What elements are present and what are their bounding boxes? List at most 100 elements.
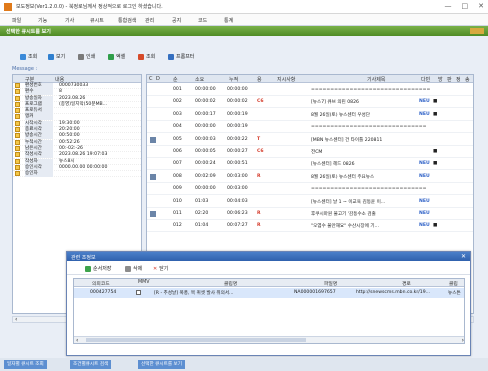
excel-button[interactable]: 엑셀 (108, 53, 125, 60)
cell-order: 006 (173, 149, 182, 154)
table-row[interactable]: 001 00:00:00 00:00:00 =====================… (147, 84, 473, 96)
table-row[interactable]: 004 00:00:00 00:00:19 =====================… (147, 121, 473, 134)
field-label: 작성자 (25, 158, 53, 165)
cell-order: 001 (173, 87, 182, 92)
menu-cuesheet[interactable]: 큐시트 (90, 17, 104, 24)
col-order: 순 (173, 77, 178, 83)
table-row[interactable]: 010 01:03 00:04:03 [뉴스센터] 날 1 ~ 이교육 김동윤 이..… (147, 196, 473, 208)
query-button[interactable]: 조회 (20, 53, 37, 60)
dialog-scrollbar[interactable]: ‹ › (74, 336, 464, 343)
field-icon (15, 152, 20, 158)
save-order-button[interactable]: 순서저장 (85, 265, 111, 272)
cell-cumulative: 00:03:00 (227, 173, 248, 179)
field-icon (15, 133, 20, 139)
field-icon (15, 164, 20, 170)
message-label: Message : (12, 66, 38, 72)
cell-title: [뉴스센터] 날 1 ~ 이교육 김동윤 이... (311, 199, 386, 205)
menu-stats[interactable]: 통계 (224, 17, 233, 24)
cell-duration: 00:02:09 (195, 173, 216, 179)
cell-duration: 00:00:02 (195, 99, 216, 105)
table-row[interactable]: 009 00:00:00 00:03:00 =====================… (147, 183, 473, 196)
cell-duration: 00:00:17 (195, 111, 216, 117)
news-badge: NEU (419, 211, 430, 216)
cell-cumulative: 00:00:19 (227, 124, 248, 130)
save-order-label: 순서저장 (93, 266, 112, 272)
col-category: 구분 (25, 77, 35, 83)
menu-function[interactable]: 기능 (38, 17, 47, 24)
col-instructions: 지시사항 (277, 77, 296, 83)
tab-selected-cuesheet[interactable]: 선택한 큐시트를 보기 (138, 360, 185, 369)
cell-duration: 02:20 (195, 211, 209, 216)
table-row[interactable]: 002 00:00:02 00:00:02 C6 [뉴스7] 큐브 의린 0826 NEU… (147, 96, 473, 109)
table-row[interactable]: 003 00:00:17 00:00:19 8월 26일(토) 뉴스센터 우성단 NEU… (147, 109, 473, 121)
maximize-button[interactable]: □ (462, 2, 469, 10)
table-row[interactable]: 012 01:04 00:07:27 R "오염수 불안해요" 수산시장에 기... NE… (147, 220, 473, 233)
field-value: 8 (59, 89, 62, 95)
refresh-button[interactable]: 조회 (138, 53, 155, 60)
cell-order: 008 (173, 173, 182, 179)
table-row[interactable]: 007 00:00:24 00:00:51 [뉴스센터] 헤드 0826 NEU ■ (147, 158, 473, 171)
cell-cumulative: 00:00:02 (227, 99, 248, 105)
table-row[interactable]: 006 00:00:05 00:00:27 C6 전CM ■ (147, 146, 473, 158)
scroll-right-icon[interactable]: › (462, 337, 464, 343)
minimize-button[interactable]: — (445, 2, 452, 10)
scroll-thumb[interactable] (86, 338, 306, 342)
cell-box[interactable]: ■ (433, 223, 437, 228)
prompter-button[interactable]: 프롬프터 (168, 53, 194, 60)
mmv-checkbox[interactable] (136, 290, 141, 295)
cell-duration: 00:00:00 (195, 124, 216, 130)
table-row[interactable]: 011 02:20 00:06:23 R 후쿠시마원 불고기 '감동수소 검출 NEU (147, 208, 473, 220)
delete-label: 삭제 (133, 266, 143, 272)
cell-duration: 00:00:00 (195, 87, 216, 92)
col-request-code: 의뢰코드 (92, 282, 110, 287)
menu-article[interactable]: 기사 (65, 17, 74, 24)
cell-flag: R (257, 173, 261, 179)
print-button[interactable]: 인쇄 (78, 53, 95, 60)
cell-request-code: 000427754 (90, 290, 117, 295)
table-row[interactable]: 005 00:00:03 00:00:22 T [MBN 뉴스센터] 건 타이틀 220… (147, 134, 473, 146)
cell-box[interactable]: ■ (433, 112, 437, 117)
field-icon (15, 89, 20, 95)
cell-duration: 00:00:05 (195, 149, 216, 154)
col-d: D (156, 76, 160, 82)
delete-icon (125, 265, 131, 272)
menu-admin[interactable]: 관리 (145, 17, 154, 24)
print-label: 인쇄 (86, 54, 96, 60)
field-value: 19:30:00 (59, 120, 80, 126)
cell-duration: 00:00:24 (195, 161, 216, 167)
print-icon (78, 53, 84, 60)
cell-box[interactable]: ■ (433, 161, 437, 166)
close-dialog-button[interactable]: ✕ 닫기 (153, 265, 168, 273)
cell-flag: T (257, 136, 261, 142)
delete-button[interactable]: 삭제 (125, 265, 142, 272)
cell-order: 009 (173, 186, 182, 192)
table-row[interactable]: 000427754 [R - 추성날] 폭풍, 목 퀴셋 발사 취의서... N… (74, 288, 464, 298)
view-button[interactable]: 보기 (48, 53, 65, 60)
panel-controls[interactable] (470, 28, 484, 34)
cell-box[interactable]: ■ (433, 149, 437, 154)
menu-notice[interactable]: 공지 (172, 17, 181, 24)
cell-title: 후쿠시마원 불고기 '감동수소 검출 (311, 212, 376, 217)
cell-path: http://snewscms.mbn.co.kr/19... (356, 290, 431, 295)
cell-box[interactable]: ■ (433, 99, 437, 104)
window-controls: — □ ✕ (445, 2, 485, 10)
field-label: 승인자 (25, 171, 53, 178)
dialog-close-icon[interactable]: ✕ (461, 253, 466, 260)
field-icon (15, 120, 20, 126)
scroll-left-icon[interactable]: ‹ (15, 316, 17, 323)
col-article-title: 기사제목 (367, 77, 386, 83)
menu-file[interactable]: 파일 (12, 17, 21, 24)
scroll-left-icon[interactable]: ‹ (76, 337, 78, 343)
menu-search[interactable]: 통합검색 (118, 17, 136, 24)
cell-duration: 01:04 (195, 223, 209, 229)
tab-condition-search[interactable]: 조건별큐시트 검색 (70, 360, 112, 369)
news-badge: NEU (419, 198, 430, 204)
cell-order: 011 (173, 211, 182, 216)
related-info-dialog: 관련 조정보 ✕ 순서저장 삭제 ✕ 닫기 의뢰코드 MMV 클립명 파일명 경… (66, 251, 471, 356)
close-button[interactable]: ✕ (478, 2, 484, 10)
field-icon (15, 171, 20, 177)
menu-code[interactable]: 코드 (198, 17, 207, 24)
table-row[interactable]: 008 00:02:09 00:03:00 R 8월 26일(토) 뉴스센터 주요뉴스 N… (147, 171, 473, 183)
tab-daily-cuesheet[interactable]: 일자별 큐시트 조회 (4, 360, 47, 369)
cell-duration: 00:00:03 (195, 136, 216, 142)
